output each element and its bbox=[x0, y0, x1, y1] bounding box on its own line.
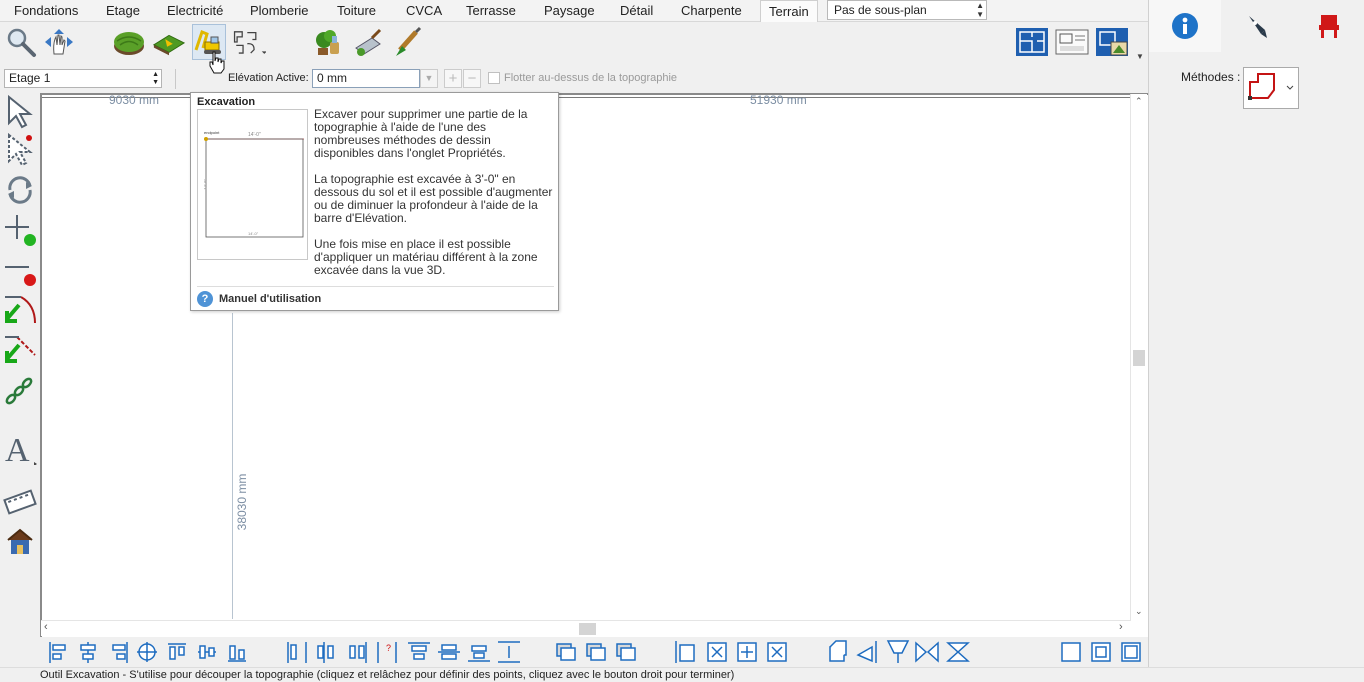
thumb-bottom-label: 14'-0" bbox=[248, 231, 259, 236]
properties-panel: Méthodes : bbox=[1148, 0, 1364, 667]
elevation-decrease-button[interactable]: − bbox=[463, 69, 481, 88]
menu-bar: Fondations Etage Electricité Plomberie T… bbox=[0, 0, 1148, 23]
alignment-tools-strip[interactable]: ? bbox=[40, 637, 1148, 667]
methods-label: Méthodes : bbox=[1181, 70, 1241, 84]
chain-icon[interactable] bbox=[3, 372, 37, 408]
elevation-input[interactable]: 0 mm bbox=[312, 69, 420, 88]
terrain-hill-icon[interactable] bbox=[112, 24, 146, 60]
subplan-select[interactable]: Pas de sous-plan ▲ ▼ bbox=[827, 0, 987, 20]
tooltip-paragraph: Une fois mise en place il est possible d… bbox=[314, 237, 538, 277]
film-icon[interactable] bbox=[3, 484, 37, 520]
tab-paysage[interactable]: Paysage bbox=[536, 0, 603, 22]
spin-arrows-icon: ▲ ▼ bbox=[976, 1, 984, 19]
tab-plomberie[interactable]: Plomberie bbox=[242, 0, 317, 22]
thumb-top-label: 14'-0" bbox=[248, 132, 261, 138]
tooltip-body: Excaver pour supprimer une partie de la … bbox=[314, 108, 554, 290]
tab-fondations[interactable]: Fondations bbox=[6, 0, 86, 22]
scroll-up-icon[interactable]: ⌃ bbox=[1135, 96, 1143, 107]
join-edge-icon[interactable] bbox=[3, 292, 37, 328]
float-label: Flotter au-dessus de la topographie bbox=[504, 72, 678, 84]
horizontal-scroll-thumb[interactable] bbox=[579, 623, 596, 635]
horizontal-scrollbar[interactable]: ‹ › bbox=[41, 620, 1131, 636]
status-bar: Outil Excavation - S'utilise pour découp… bbox=[0, 667, 1364, 682]
3d-view-icon[interactable] bbox=[1094, 24, 1130, 60]
methods-dropdown[interactable] bbox=[1243, 67, 1299, 109]
trowel-icon[interactable] bbox=[352, 24, 386, 60]
tab-terrasse[interactable]: Terrasse bbox=[458, 0, 524, 22]
thumb-corner-label: endpoint bbox=[204, 130, 220, 135]
bottom-toolbar: ? bbox=[40, 637, 1148, 667]
dimension-left-top: 9030 mm bbox=[109, 93, 160, 107]
svg-text:A: A bbox=[5, 432, 30, 465]
elevation-label: Elévation Active: bbox=[228, 72, 309, 84]
scroll-down-icon[interactable]: ⌄ bbox=[1135, 606, 1143, 617]
vertical-scrollbar[interactable]: ⌃ ⌄ bbox=[1130, 94, 1147, 622]
remove-point-icon[interactable] bbox=[3, 252, 37, 288]
tab-cvca[interactable]: CVCA bbox=[398, 0, 450, 22]
tab-style[interactable] bbox=[1221, 0, 1293, 52]
floor-value: Etage 1 bbox=[9, 71, 51, 85]
vertical-scroll-thumb[interactable] bbox=[1133, 350, 1145, 366]
dimension-right-top: 51930 mm bbox=[750, 93, 807, 107]
plan-view-icon[interactable] bbox=[1014, 24, 1050, 60]
tab-detail[interactable]: Détail bbox=[612, 0, 661, 22]
house-icon[interactable] bbox=[3, 524, 37, 560]
excavation-tooltip: Excavation endpoint 14'-0" 14'-0" 14'-0"… bbox=[190, 92, 559, 311]
tab-etage[interactable]: Etage bbox=[98, 0, 148, 22]
select-arrow-icon[interactable] bbox=[3, 94, 37, 130]
elevation-increase-button[interactable]: + bbox=[444, 69, 462, 88]
tab-charpente[interactable]: Charpente bbox=[673, 0, 750, 22]
pan-icon[interactable] bbox=[42, 24, 76, 60]
tab-info[interactable] bbox=[1149, 0, 1221, 52]
divider bbox=[175, 69, 176, 89]
zoom-icon[interactable] bbox=[4, 24, 38, 60]
floor-bar: Etage 1 ▲ ▼ Elévation Active: 0 mm ▼ + − … bbox=[0, 66, 1148, 92]
sheet-view-icon[interactable] bbox=[1054, 24, 1090, 60]
svg-text:?: ? bbox=[386, 643, 391, 653]
tab-terrain[interactable]: Terrain bbox=[760, 0, 818, 23]
outline-tools-icon[interactable] bbox=[232, 24, 266, 60]
text-icon[interactable]: A bbox=[3, 430, 37, 466]
view-dropdown-arrow-icon[interactable]: ▼ bbox=[1136, 52, 1144, 61]
spin-arrows-icon: ▲ ▼ bbox=[152, 71, 159, 86]
pen-icon bbox=[1249, 16, 1267, 38]
floor-select[interactable]: Etage 1 ▲ ▼ bbox=[4, 69, 162, 88]
tooltip-title: Excavation bbox=[197, 96, 256, 108]
tab-toiture[interactable]: Toiture bbox=[329, 0, 384, 22]
manual-link[interactable]: Manuel d'utilisation bbox=[219, 293, 321, 305]
tab-furniture[interactable] bbox=[1293, 0, 1364, 52]
elevation-dropdown-button[interactable]: ▼ bbox=[420, 69, 438, 88]
tab-electricite[interactable]: Electricité bbox=[159, 0, 231, 22]
tooltip-preview-image: endpoint 14'-0" 14'-0" 14'-0" bbox=[197, 109, 308, 260]
chair-icon bbox=[1319, 15, 1339, 38]
vertical-dimension-line bbox=[232, 313, 233, 619]
float-checkbox[interactable] bbox=[488, 72, 500, 84]
multi-select-icon[interactable] bbox=[3, 132, 37, 168]
dimension-vertical: 38030 mm bbox=[235, 473, 249, 531]
info-icon bbox=[1172, 13, 1198, 39]
thumb-side-label: 14'-0" bbox=[202, 179, 208, 190]
hand-cursor-icon bbox=[208, 50, 226, 77]
tooltip-paragraph: La topographie est excavée à 3'-0" en de… bbox=[314, 172, 553, 225]
divider bbox=[197, 286, 554, 287]
help-icon[interactable]: ? bbox=[197, 291, 213, 307]
paint-brush-icon[interactable] bbox=[392, 24, 426, 60]
scroll-left-icon[interactable]: ‹ bbox=[44, 621, 48, 633]
tooltip-paragraph: Excaver pour supprimer une partie de la … bbox=[314, 107, 528, 160]
add-point-icon[interactable] bbox=[3, 212, 37, 248]
subplan-value: Pas de sous-plan bbox=[834, 3, 927, 17]
rotate-icon[interactable] bbox=[3, 172, 37, 208]
terrain-flat-icon[interactable] bbox=[152, 24, 186, 60]
main-toolbar: ▼ bbox=[0, 22, 1148, 64]
join-corner-icon[interactable] bbox=[3, 332, 37, 368]
plants-icon[interactable] bbox=[312, 24, 346, 60]
scroll-right-icon[interactable]: › bbox=[1119, 621, 1123, 633]
left-tool-strip: A bbox=[0, 92, 40, 668]
